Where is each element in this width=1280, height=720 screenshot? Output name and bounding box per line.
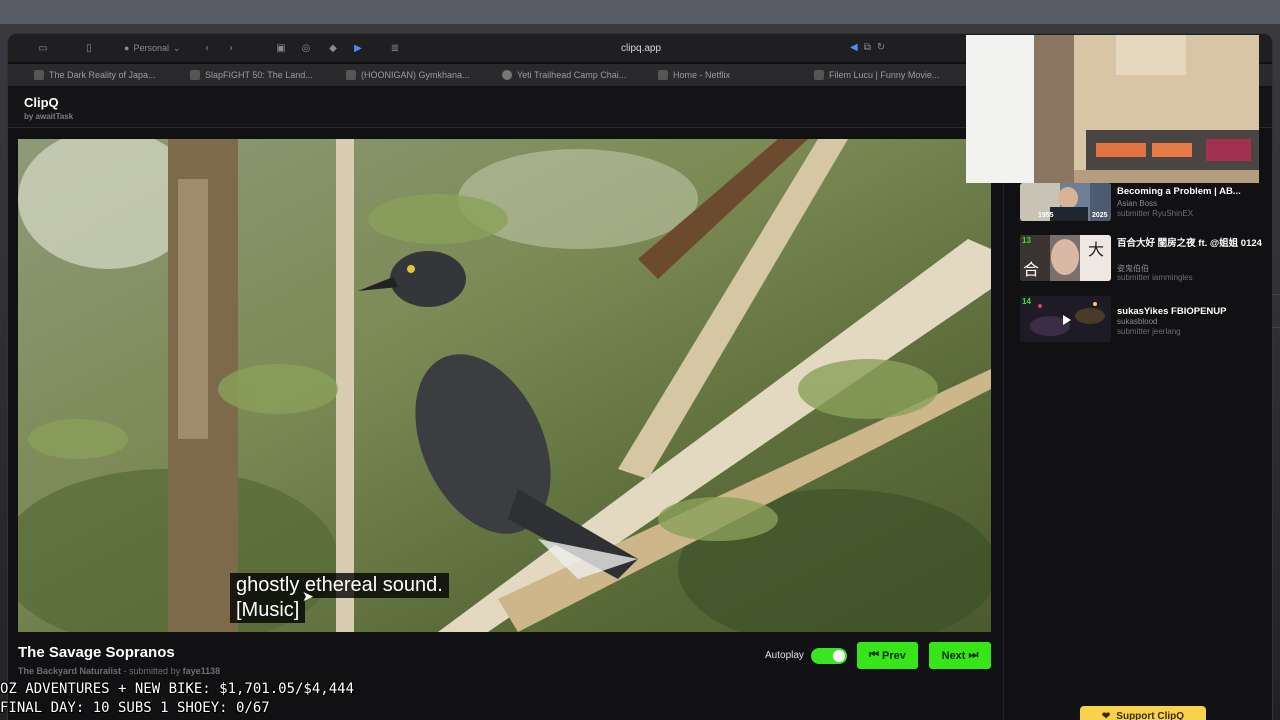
skip-back-icon: ⏮ (869, 649, 880, 661)
tab-label: The Dark Reality of Japa... (49, 70, 156, 80)
subtitle-line-2: [Music] (230, 598, 306, 623)
queue-item-channel: sukasblood (1117, 317, 1158, 326)
profile-switcher[interactable]: ● Personal ⌄ (118, 40, 187, 56)
heart-icon: ❤ (1101, 710, 1111, 720)
site-favicon-icon (502, 70, 512, 80)
toggle-knob (833, 650, 845, 662)
svg-text:合: 合 (1023, 260, 1039, 279)
tab-label: Yeti Trailhead Camp Chai... (517, 70, 627, 80)
tab-label: SlapFIGHT 50: The Land... (205, 70, 313, 80)
thumb-text-left: 1955 (1038, 212, 1054, 219)
video-frame (18, 139, 991, 632)
browser-tab[interactable]: Yeti Trailhead Camp Chai... (498, 66, 654, 84)
media-icon[interactable]: ▶ (351, 41, 365, 55)
desktop: ▭ ▯ ● Personal ⌄ ‹ › ▣ ◎ ◆ ▶ ≣ clipq.app… (0, 0, 1280, 720)
support-label: Support ClipQ (1116, 710, 1185, 720)
browser-tab[interactable]: The Dark Reality of Japa... (30, 66, 186, 84)
subtitle-line-1: ghostly ethereal sound. (230, 573, 449, 598)
glasses-icon[interactable]: ◎ (299, 41, 313, 55)
video-title: The Savage Sopranos (18, 644, 175, 661)
next-label: Next (941, 649, 966, 662)
youtube-favicon-icon (34, 70, 44, 80)
address-bar-actions: ◀ ⧉ ↻ (850, 42, 885, 53)
macos-menu-bar (0, 0, 1280, 24)
prev-button[interactable]: ⏮ Prev (857, 642, 918, 669)
youtube-favicon-icon (190, 70, 200, 80)
queue-thumbnail: 1955 2025 (1020, 183, 1111, 221)
video-meta: The Backyard Naturalist - submitted by f… (18, 666, 220, 676)
reader-icon[interactable]: ≣ (388, 41, 402, 55)
queue-item-submitter: submitter iammingles (1117, 273, 1193, 282)
queue-item[interactable]: 合 大 13 百合大好 閨房之夜 ft. @姐姐 0124 姿鬼伯伯 submi… (1020, 235, 1270, 283)
tab-label: Filem Lucu | Funny Movie... (829, 70, 940, 80)
tab-label: (HOONIGAN) Gymkhana... (361, 70, 470, 80)
netflix-favicon-icon (658, 70, 668, 80)
queue-item-submitter: submitter RyuShinEX (1117, 209, 1194, 218)
person-icon: ● (124, 43, 130, 53)
prev-label: Prev (882, 649, 906, 662)
youtube-favicon-icon (814, 70, 824, 80)
video-player[interactable]: ghostly ethereal sound. [Music] ➤ (18, 139, 991, 632)
youtube-favicon-icon (346, 70, 356, 80)
next-button[interactable]: Next ⏭ (929, 642, 991, 669)
browser-tab[interactable]: (HOONIGAN) Gymkhana... (342, 66, 498, 84)
app-byline: by awaitTask (24, 112, 74, 121)
webcam-overlay (966, 35, 1259, 183)
sidebar-toggle-icon[interactable]: ▯ (82, 41, 96, 55)
tab-label: Home - Netflix (673, 70, 731, 80)
forward-icon[interactable]: › (226, 41, 236, 55)
app-logo[interactable]: ClipQ (24, 95, 59, 110)
stream-overlay-subgoal: FINAL DAY: 10 SUBS 1 SHOEY: 0/67 (0, 700, 270, 716)
support-button[interactable]: ❤ Support ClipQ (1080, 706, 1206, 720)
extension-icon[interactable]: ▣ (274, 41, 288, 55)
tab-overview-icon[interactable]: ▭ (36, 41, 50, 55)
address-bar[interactable]: clipq.app (621, 43, 661, 54)
queue-thumbnail: 合 大 13 (1020, 235, 1111, 281)
reload-icon[interactable]: ↻ (877, 42, 885, 53)
skip-forward-icon: ⏭ (968, 649, 979, 661)
browser-tab[interactable]: Home - Netflix (654, 66, 810, 84)
autoplay-toggle[interactable] (811, 648, 847, 664)
queue-item-title: sukasYikes FBIOPENUP (1117, 306, 1227, 317)
queue-sidebar: 1955 2025 Becoming a Problem | AB... Asi… (1003, 129, 1272, 720)
mouse-cursor-icon: ➤ (302, 588, 314, 604)
submitter-name[interactable]: faye1138 (183, 666, 221, 676)
queue-thumbnail: 14 (1020, 296, 1111, 342)
translate-icon[interactable]: ⧉ (864, 42, 871, 53)
offscreen-window-edge (1272, 294, 1280, 328)
thumb-text-right: 2025 (1092, 212, 1108, 219)
submitted-by-prefix: - submitted by (121, 666, 183, 676)
queue-item-title: 百合大好 閨房之夜 ft. @姐姐 0124 (1117, 238, 1262, 249)
queue-item[interactable]: 14 sukasYikes FBIOPENUP sukasblood submi… (1020, 296, 1270, 344)
channel-name[interactable]: The Backyard Naturalist (18, 666, 121, 676)
queue-number: 14 (1022, 297, 1031, 306)
back-icon[interactable]: ‹ (202, 41, 212, 55)
queue-number: 13 (1022, 236, 1031, 245)
queue-item-title: Becoming a Problem | AB... (1117, 186, 1241, 197)
svg-text:大: 大 (1088, 240, 1104, 259)
chevron-down-icon: ⌄ (172, 42, 181, 53)
stream-overlay-goal: OZ ADVENTURES + NEW BIKE: $1,701.05/$4,4… (0, 681, 355, 697)
browser-tab[interactable]: SlapFIGHT 50: The Land... (186, 66, 342, 84)
queue-item[interactable]: 1955 2025 Becoming a Problem | AB... Asi… (1020, 183, 1270, 231)
autoplay-label: Autoplay (765, 650, 804, 661)
shield-icon[interactable]: ◆ (326, 41, 340, 55)
queue-item-submitter: submitter jeerlang (1117, 327, 1181, 336)
queue-item-channel: Asian Boss (1117, 199, 1158, 208)
browser-tab[interactable]: Filem Lucu | Funny Movie... (810, 66, 966, 84)
profile-label: Personal (133, 43, 169, 53)
speaker-icon[interactable]: ◀ (850, 42, 858, 53)
